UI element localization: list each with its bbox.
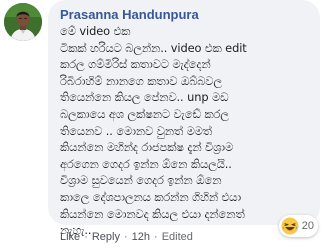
- reaction-count: 20: [301, 220, 314, 232]
- reply-link[interactable]: Reply: [92, 231, 120, 243]
- separator-dot: ·: [154, 231, 158, 243]
- like-link[interactable]: Like: [60, 231, 80, 243]
- comment-bubble: Prasanna Handunpura මේ video එක ටිකක් හර…: [48, 0, 320, 237]
- comment-author[interactable]: Prasanna Handunpura: [60, 7, 308, 23]
- avatar[interactable]: [4, 3, 42, 41]
- comment-actions: Like · Reply · 12h · Edited: [60, 231, 193, 243]
- separator-dot: ·: [84, 231, 88, 243]
- reaction-summary[interactable]: 20: [278, 215, 318, 237]
- avatar-image: [4, 3, 42, 41]
- edited-label[interactable]: Edited: [162, 231, 193, 243]
- separator-dot: ·: [123, 231, 128, 243]
- comment-text: මේ video එක ටිකක් හරියට බලන්න.. video එක…: [60, 24, 247, 238]
- comment-item: Prasanna Handunpura මේ video එක ටිකක් හර…: [0, 0, 333, 250]
- comment-timestamp[interactable]: 12h: [132, 231, 150, 243]
- laughing-face-icon: [281, 217, 299, 235]
